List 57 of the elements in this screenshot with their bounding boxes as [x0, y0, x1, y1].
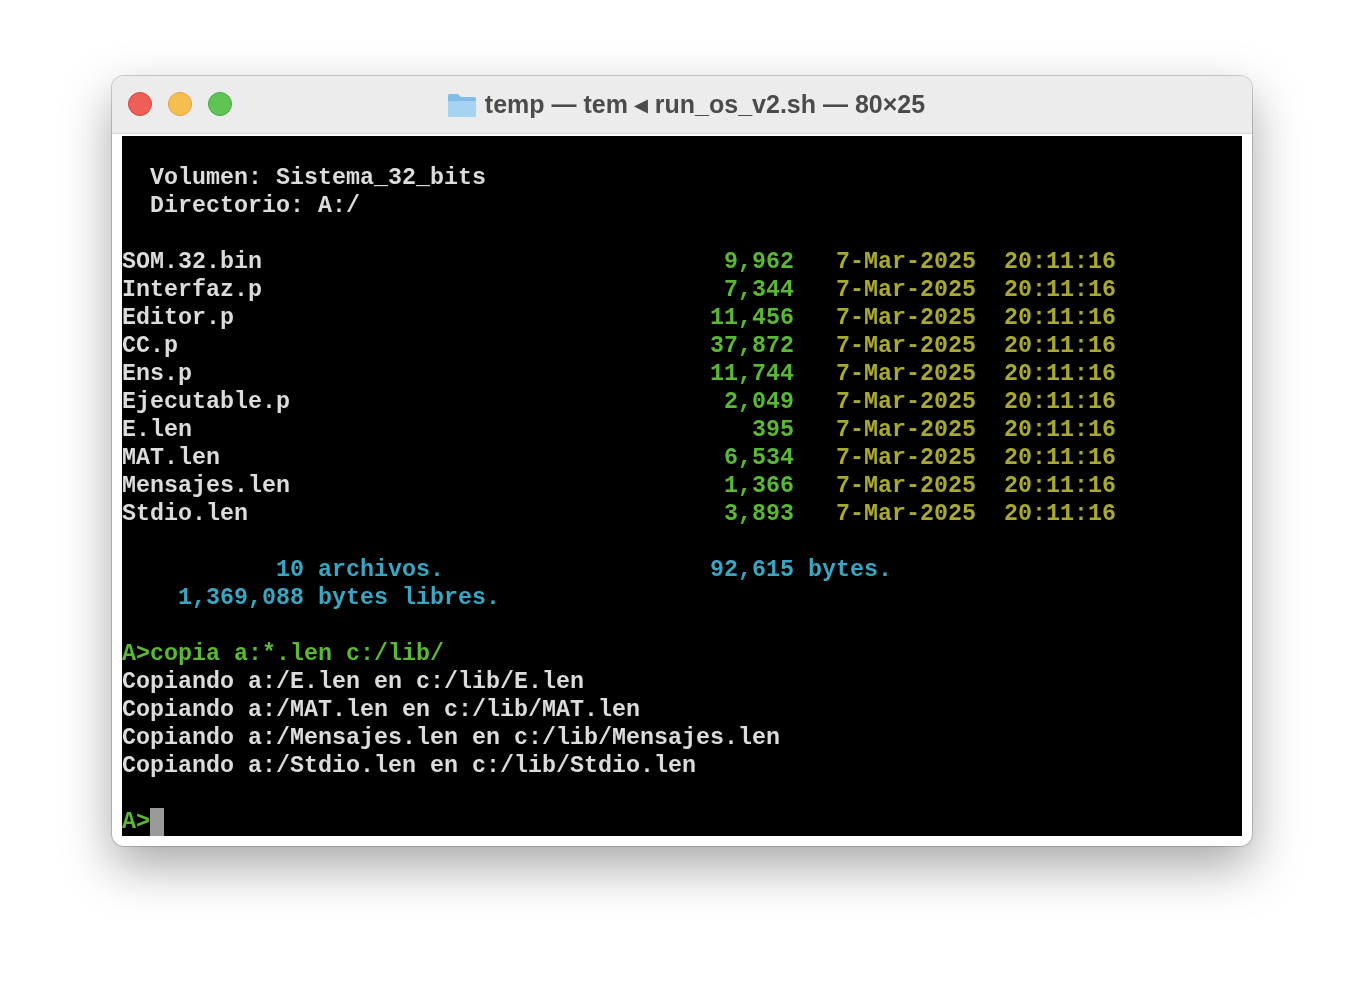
file-time: 20:11:16	[1003, 360, 1116, 388]
file-date: 7-Mar-2025	[835, 360, 977, 388]
file-size: 2,049	[722, 388, 794, 416]
free-space: 1,369,088 bytes libres.	[178, 584, 500, 612]
window-title: temp — tem ◂ run_os_v2.sh — 80×25	[484, 88, 926, 120]
cursor	[150, 808, 164, 836]
file-size: 6,534	[722, 444, 794, 472]
file-time: 20:11:16	[1003, 304, 1116, 332]
prompt: A>	[122, 808, 150, 836]
volume-info: Volumen: Sistema_32_bits	[150, 164, 486, 192]
file-time: 20:11:16	[1003, 276, 1116, 304]
file-name: Ens.p	[122, 360, 193, 388]
folder-icon	[446, 91, 477, 118]
file-name: CC.p	[122, 332, 179, 360]
zoom-button[interactable]	[208, 92, 232, 116]
file-date: 7-Mar-2025	[835, 332, 977, 360]
volume-info: Directorio: A:/	[150, 192, 360, 220]
file-time: 20:11:16	[1003, 416, 1116, 444]
file-date: 7-Mar-2025	[835, 276, 977, 304]
file-size: 11,456	[708, 304, 794, 332]
output-line: Copiando a:/Mensajes.len en c:/lib/Mensajes.len	[122, 724, 780, 752]
file-name: Ejecutable.p	[122, 388, 291, 416]
file-count: 10 archivos.	[276, 556, 445, 584]
file-size: 7,344	[722, 276, 794, 304]
file-name: MAT.len	[122, 444, 221, 472]
file-time: 20:11:16	[1003, 444, 1116, 472]
file-size: 37,872	[708, 332, 794, 360]
file-date: 7-Mar-2025	[835, 304, 977, 332]
output-line: Copiando a:/Stdio.len en c:/lib/Stdio.len	[122, 752, 696, 780]
file-name: Editor.p	[122, 304, 235, 332]
close-button[interactable]	[128, 92, 152, 116]
file-name: Stdio.len	[122, 500, 249, 528]
minimize-button[interactable]	[168, 92, 192, 116]
file-date: 7-Mar-2025	[835, 388, 977, 416]
file-time: 20:11:16	[1003, 472, 1116, 500]
file-name: Mensajes.len	[122, 472, 291, 500]
file-time: 20:11:16	[1003, 388, 1116, 416]
file-time: 20:11:16	[1003, 332, 1116, 360]
file-date: 7-Mar-2025	[835, 248, 977, 276]
file-date: 7-Mar-2025	[835, 472, 977, 500]
command-line: A>copia a:*.len c:/lib/	[122, 640, 444, 668]
file-name: E.len	[122, 416, 193, 444]
file-size: 1,366	[722, 472, 794, 500]
file-time: 20:11:16	[1003, 500, 1116, 528]
file-date: 7-Mar-2025	[835, 500, 977, 528]
total-size: 92,615 bytes.	[709, 556, 892, 584]
file-name: Interfaz.p	[122, 276, 263, 304]
output-line: Copiando a:/MAT.len en c:/lib/MAT.len	[122, 696, 640, 724]
file-size: 9,962	[722, 248, 794, 276]
output-line: Copiando a:/E.len en c:/lib/E.len	[122, 668, 584, 696]
file-size: 3,893	[722, 500, 794, 528]
file-size: 11,744	[708, 360, 794, 388]
file-time: 20:11:16	[1003, 248, 1116, 276]
file-date: 7-Mar-2025	[835, 444, 977, 472]
file-size: 395	[750, 416, 794, 444]
file-name: SOM.32.bin	[122, 248, 263, 276]
file-date: 7-Mar-2025	[835, 416, 977, 444]
